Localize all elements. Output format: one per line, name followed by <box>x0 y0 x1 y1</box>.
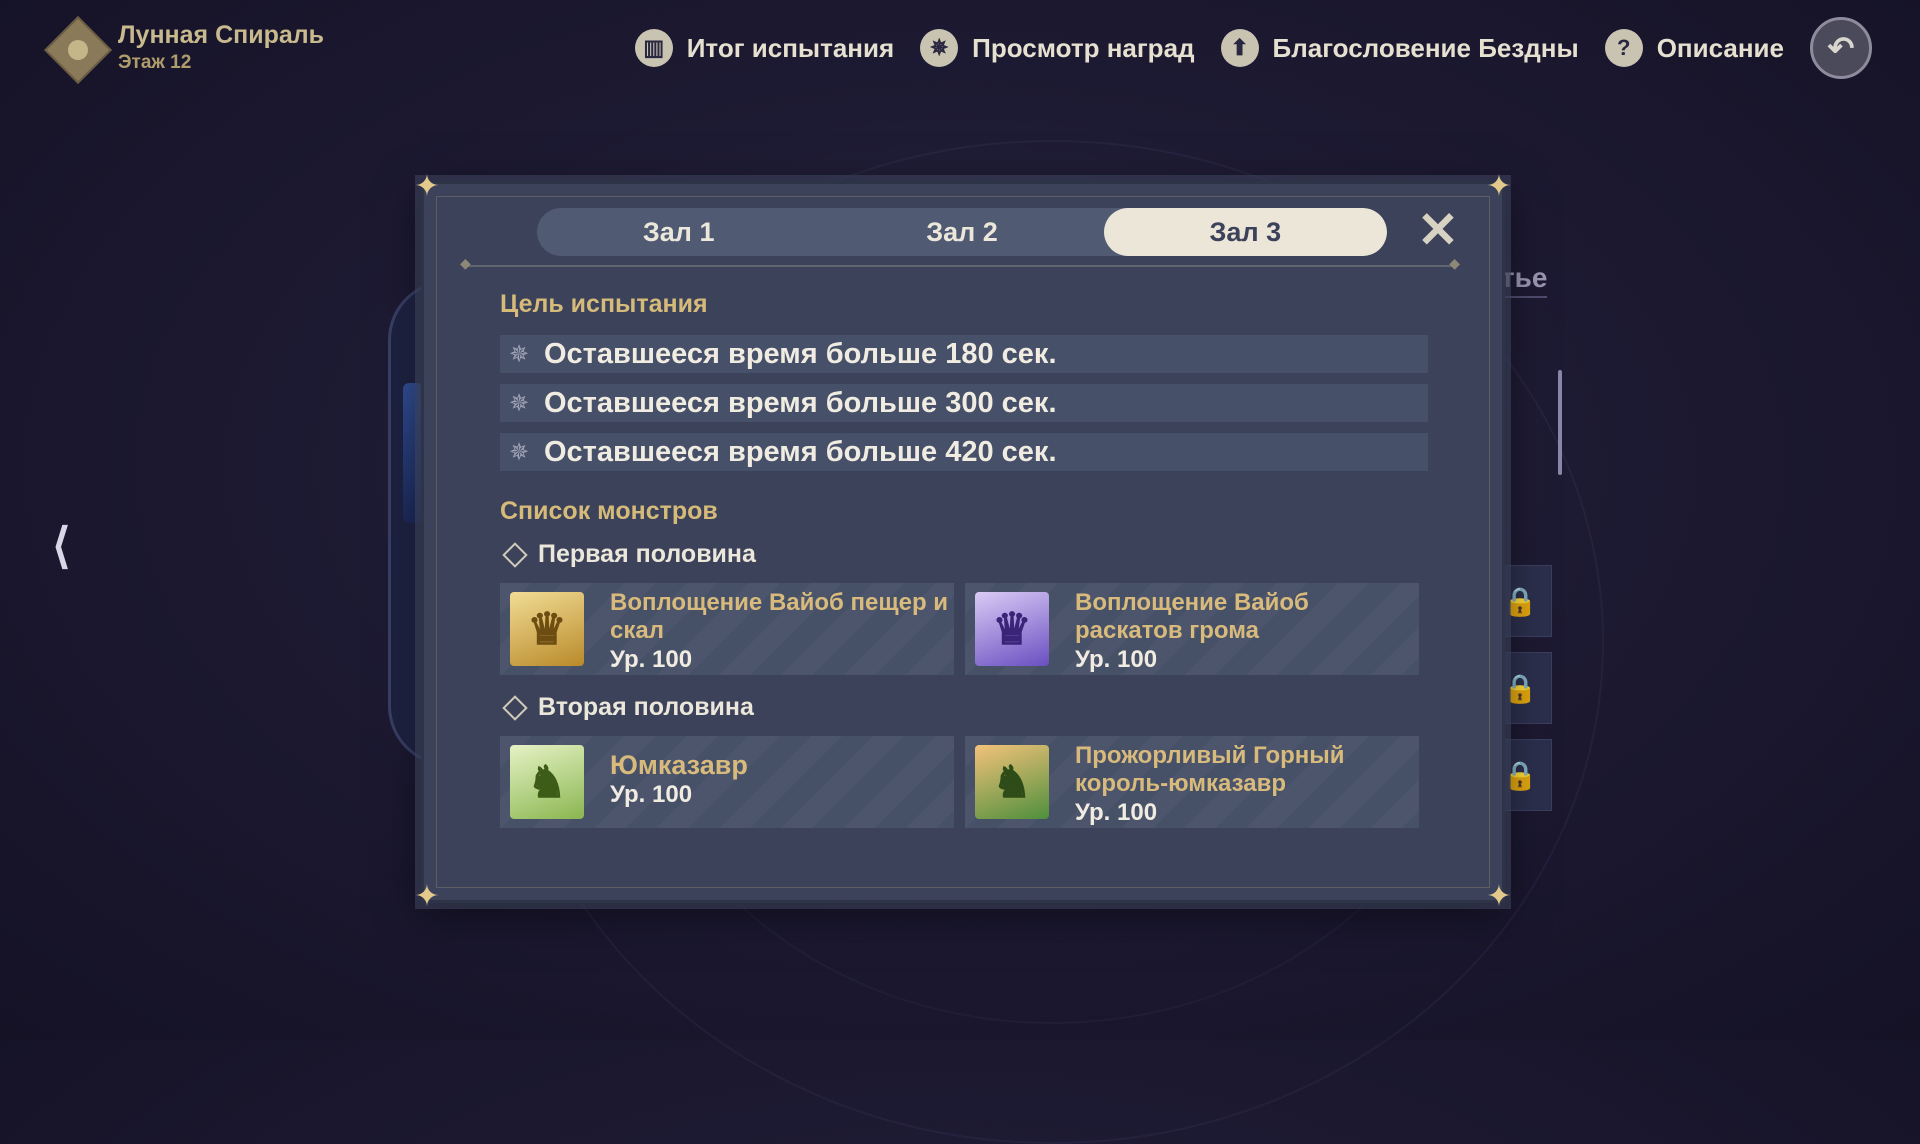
star-icon: ✵ <box>508 340 530 368</box>
monster-level: Ур. 100 <box>610 646 693 673</box>
monster-info: Воплощение Вайоб раскатов грома Ур. 100 <box>1075 583 1419 675</box>
goal-text: Оставшееся время больше 180 сек. <box>544 337 1057 370</box>
monster-info: Юмказавр Ур. 100 <box>610 736 748 810</box>
tab-chamber-3[interactable]: Зал 3 <box>1103 208 1387 256</box>
spiral-abyss-logo-icon <box>44 16 112 84</box>
goal-section-title: Цель испытания <box>500 290 708 318</box>
top-navigation: ▥ Итог испытания ✵ Просмотр наград ⬆ Бла… <box>634 17 1920 79</box>
monster-avatar-icon: ♞ <box>975 745 1049 819</box>
close-icon: ✕ <box>1417 202 1459 258</box>
monster-card[interactable]: ♞ Юмказавр Ур. 100 <box>500 736 954 828</box>
goal-text: Оставшееся время больше 420 сек. <box>544 435 1057 468</box>
first-half-heading: Первая половина <box>500 540 756 569</box>
second-half-label: Вторая половина <box>538 693 754 721</box>
up-arrow-icon: ⬆ <box>1220 29 1259 67</box>
diamond-icon <box>502 541 528 568</box>
chamber-tabs: Зал 1 Зал 2 Зал 3 <box>537 208 1387 256</box>
monster-info: Воплощение Вайоб пещер и скал Ур. 100 <box>610 583 954 675</box>
goal-text: Оставшееся время больше 300 сек. <box>544 386 1057 419</box>
goal-row: ✵ Оставшееся время больше 180 сек. <box>500 335 1428 373</box>
monster-card[interactable]: ♞ Прожорливый Горный король-юмказавр Ур.… <box>965 736 1419 828</box>
monster-level: Ур. 100 <box>610 781 693 808</box>
challenge-summary-label: Итог испытания <box>686 32 895 63</box>
view-rewards-label: Просмотр наград <box>972 32 1195 63</box>
question-icon: ? <box>1604 29 1643 67</box>
corner-ornament-icon: ✦ <box>1486 880 1512 913</box>
abyss-blessing-label: Благословение Бездны <box>1272 32 1579 63</box>
corner-ornament-icon: ✦ <box>414 170 440 203</box>
second-half-heading: Вторая половина <box>500 693 754 722</box>
first-half-label: Первая половина <box>538 540 756 568</box>
monster-name: Воплощение Вайоб пещер и скал <box>610 589 949 644</box>
tab-chamber-2[interactable]: Зал 2 <box>820 208 1103 256</box>
monster-card[interactable]: ♛ Воплощение Вайоб раскатов грома Ур. 10… <box>965 583 1419 675</box>
monster-avatar-icon: ♞ <box>510 745 584 819</box>
monster-name: Воплощение Вайоб раскатов грома <box>1075 589 1309 644</box>
back-button[interactable]: ↶ <box>1810 17 1872 79</box>
monster-info: Прожорливый Горный король-юмказавр Ур. 1… <box>1075 736 1419 828</box>
page-title: Лунная Спираль <box>118 20 325 49</box>
monster-card[interactable]: ♛ Воплощение Вайоб пещер и скал Ур. 100 <box>500 583 954 675</box>
monster-name: Прожорливый Горный король-юмказавр <box>1075 742 1345 797</box>
goal-row: ✵ Оставшееся время больше 420 сек. <box>500 433 1428 471</box>
diamond-icon <box>502 694 528 721</box>
header-titles: Лунная Спираль Этаж 12 <box>118 21 324 74</box>
monster-name: Юмказавр <box>610 750 748 780</box>
back-arrow-icon: ↶ <box>1827 30 1855 66</box>
description-button[interactable]: ? Описание <box>1604 29 1784 67</box>
chamber-info-modal: ✦ ✦ ✦ ✦ Зал 1 Зал 2 Зал 3 ✕ Цель испытан… <box>414 172 1511 912</box>
divider <box>460 255 1460 272</box>
background-scrollbar <box>1558 370 1562 475</box>
monster-avatar-icon: ♛ <box>510 592 584 666</box>
description-label: Описание <box>1656 32 1784 63</box>
monster-avatar-icon: ♛ <box>975 592 1049 666</box>
header: Лунная Спираль Этаж 12 <box>44 16 324 84</box>
close-button[interactable]: ✕ <box>1412 204 1464 256</box>
corner-ornament-icon: ✦ <box>1486 170 1512 203</box>
corner-ornament-icon: ✦ <box>414 880 440 913</box>
previous-arrow-icon[interactable]: ⟨ <box>52 518 71 574</box>
monster-list-title: Список монстров <box>500 497 718 525</box>
star-icon: ✵ <box>920 29 959 67</box>
book-icon: ▥ <box>634 29 673 67</box>
star-icon: ✵ <box>508 438 530 466</box>
monster-level: Ур. 100 <box>1075 646 1158 673</box>
star-icon: ✵ <box>508 389 530 417</box>
view-rewards-button[interactable]: ✵ Просмотр наград <box>920 29 1195 67</box>
monster-level: Ур. 100 <box>1075 799 1158 826</box>
tab-chamber-1[interactable]: Зал 1 <box>537 208 820 256</box>
floor-label: Этаж 12 <box>118 51 192 73</box>
challenge-summary-button[interactable]: ▥ Итог испытания <box>634 29 895 67</box>
abyss-blessing-button[interactable]: ⬆ Благословение Бездны <box>1220 29 1579 67</box>
goal-row: ✵ Оставшееся время больше 300 сек. <box>500 384 1428 422</box>
